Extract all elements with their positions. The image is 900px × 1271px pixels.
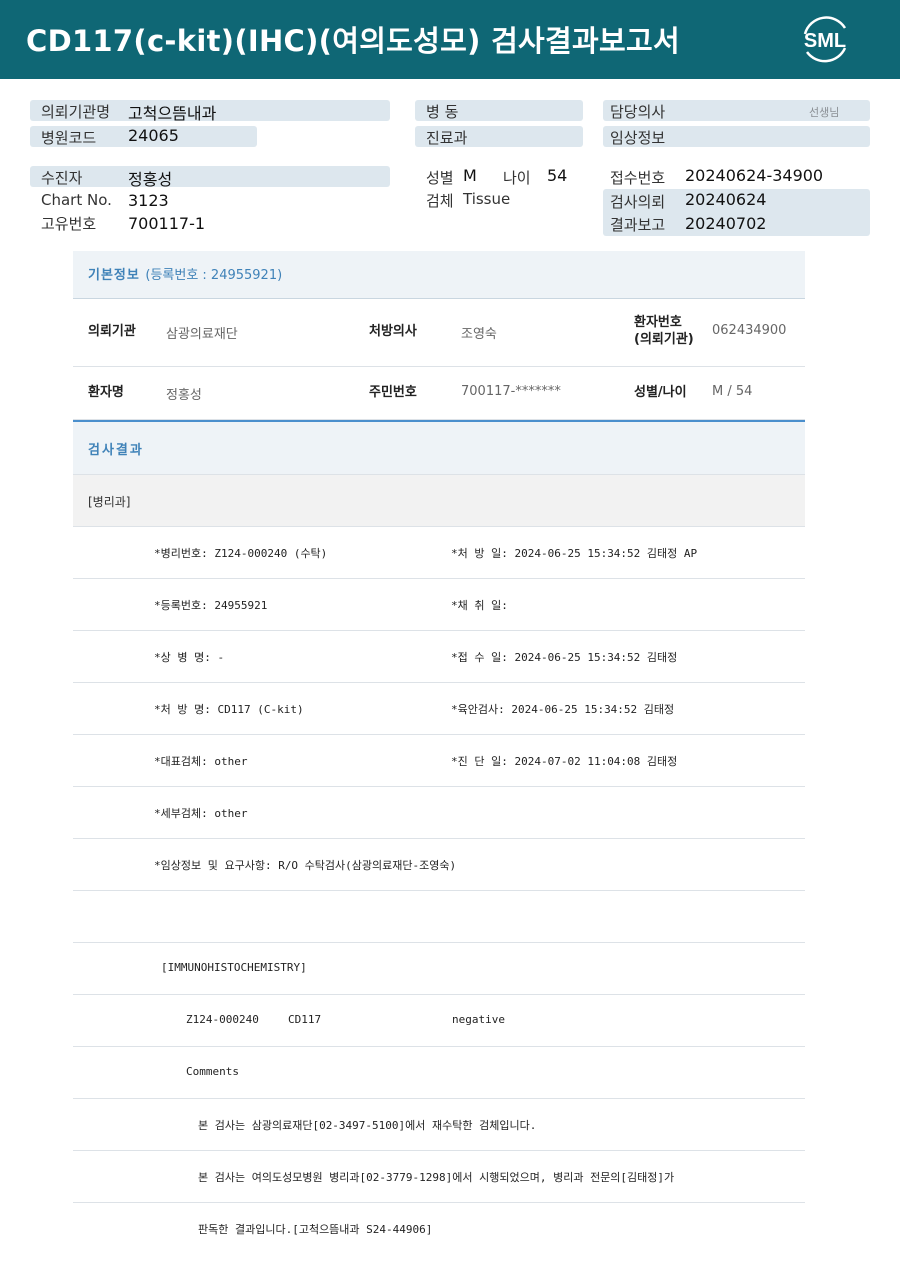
- sex-age-val: M / 54: [712, 384, 753, 399]
- result-left: *병리번호: Z124-000240 (수탁): [154, 547, 328, 560]
- result-right: *처 방 일: 2024-06-25 15:34:52 김태정 AP: [451, 547, 698, 560]
- info-row-2: 환자명 정홍성 주민번호 700117-******* 성별/나이 M / 54: [73, 367, 805, 420]
- patient-no-key: 환자번호 (의뢰기관): [634, 314, 694, 348]
- result-left: *임상정보 및 요구사항: R/O 수탁검사(삼광의료재단-조영숙): [154, 859, 457, 872]
- result-line: *세부검체: other: [73, 787, 805, 839]
- result-right: *채 취 일:: [451, 599, 508, 612]
- dept-label: 진료과: [426, 129, 468, 147]
- unique-label: 고유번호: [41, 215, 97, 233]
- prescriber-val: 조영숙: [461, 327, 497, 342]
- result-line: *등록번호: 24955921 *채 취 일:: [73, 579, 805, 631]
- comment-line: 본 검사는 삼광의료재단[02-3497-5100]에서 재수탁한 검체입니다.: [73, 1099, 805, 1151]
- report-value: 20240702: [685, 214, 767, 233]
- result-right: *진 단 일: 2024-07-02 11:04:08 김태정: [451, 755, 678, 768]
- ihc-result-line: Z124-000240 CD117 negative: [73, 995, 805, 1047]
- clinical-label: 임상정보: [610, 129, 666, 147]
- sex-label: 성별: [426, 169, 454, 187]
- result-header: 검사결과: [73, 420, 805, 475]
- result-line: *병리번호: Z124-000240 (수탁) *처 방 일: 2024-06-2…: [73, 527, 805, 579]
- registration-subtitle: (등록번호 : 24955921): [145, 268, 283, 283]
- result-line: *임상정보 및 요구사항: R/O 수탁검사(삼광의료재단-조영숙): [73, 839, 805, 891]
- patient-no-val: 062434900: [712, 323, 787, 338]
- comment-text: 본 검사는 여의도성모병원 병리과[02-3779-1298]에서 시행되었으며…: [198, 1171, 675, 1184]
- ihc-header-line: [IMMUNOHISTOCHEMISTRY]: [73, 943, 805, 995]
- result-line: *대표검체: other *진 단 일: 2024-07-02 11:04:08 …: [73, 735, 805, 787]
- report-title: CD117(c-kit)(IHC)(여의도성모) 검사결과보고서: [26, 24, 680, 58]
- report-header: CD117(c-kit)(IHC)(여의도성모) 검사결과보고서 SML: [0, 0, 900, 79]
- patient-bar: [30, 166, 390, 187]
- comment-text: 판독한 결과입니다.[고척으뜸내과 S24-44906]: [198, 1223, 433, 1236]
- patient-no-key-line2: (의뢰기관): [634, 332, 694, 347]
- report-label: 결과보고: [610, 216, 666, 234]
- patient-name-key: 환자명: [88, 385, 124, 400]
- specimen-value: Tissue: [463, 190, 511, 208]
- doctor-suffix: 선생님: [809, 106, 840, 119]
- ihc-marker: CD117: [288, 1013, 322, 1026]
- age-value: 54: [547, 166, 568, 185]
- info-row-1: 의뢰기관 삼광의료재단 처방의사 조영숙 환자번호 (의뢰기관) 0624349…: [73, 299, 805, 367]
- sml-logo: SML: [797, 12, 853, 68]
- sex-value: M: [463, 166, 477, 185]
- result-left: *세부검체: other: [154, 807, 248, 820]
- result-left: *처 방 명: CD117 (C-kit): [154, 703, 304, 716]
- resident-no-val: 700117-*******: [461, 384, 561, 399]
- comment-line: 판독한 결과입니다.[고척으뜸내과 S24-44906]: [73, 1203, 805, 1254]
- ihc-header: [IMMUNOHISTOCHEMISTRY]: [161, 961, 307, 974]
- dept-row: [병리과]: [73, 475, 805, 527]
- request-label: 검사의뢰: [610, 193, 666, 211]
- chart-label: Chart No.: [41, 191, 112, 209]
- resident-no-key: 주민번호: [369, 385, 417, 400]
- result-left: *대표검체: other: [154, 755, 248, 768]
- ward-label: 병 동: [426, 103, 459, 121]
- patient-value: 정홍성: [128, 170, 173, 189]
- report-sheet: 기본정보 (등록번호 : 24955921) 의뢰기관 삼광의료재단 처방의사 …: [73, 251, 805, 1254]
- reception-value: 20240624-34900: [685, 166, 824, 185]
- institution-key: 의뢰기관: [88, 324, 136, 339]
- doctor-label: 담당의사: [610, 103, 666, 121]
- basic-info-header: 기본정보 (등록번호 : 24955921): [73, 251, 805, 299]
- unique-value: 700117-1: [128, 214, 206, 233]
- specimen-label: 검체: [426, 192, 454, 210]
- blank-line: [73, 891, 805, 943]
- comments-label-line: Comments: [73, 1047, 805, 1099]
- institution-value: 고척으뜸내과: [128, 104, 217, 123]
- request-value: 20240624: [685, 190, 767, 209]
- hospital-code-label: 병원코드: [41, 129, 97, 147]
- patient-name-val: 정홍성: [166, 388, 202, 403]
- reception-label: 접수번호: [610, 169, 666, 187]
- institution-val: 삼광의료재단: [166, 327, 238, 342]
- comment-line: 본 검사는 여의도성모병원 병리과[02-3779-1298]에서 시행되었으며…: [73, 1151, 805, 1203]
- result-right: *접 수 일: 2024-06-25 15:34:52 김태정: [451, 651, 678, 664]
- prescriber-key: 처방의사: [369, 324, 417, 339]
- result-line: *상 병 명: - *접 수 일: 2024-06-25 15:34:52 김태정: [73, 631, 805, 683]
- result-line: *처 방 명: CD117 (C-kit) *육안검사: 2024-06-25 1…: [73, 683, 805, 735]
- result-right: *육안검사: 2024-06-25 15:34:52 김태정: [451, 703, 675, 716]
- ihc-result: negative: [452, 1013, 505, 1026]
- dept-name: [병리과]: [88, 495, 131, 509]
- basic-info-title: 기본정보 (등록번호 : 24955921): [88, 268, 283, 283]
- ihc-id: Z124-000240: [186, 1013, 259, 1026]
- hospital-code-value: 24065: [128, 126, 179, 145]
- institution-label: 의뢰기관명: [41, 103, 111, 121]
- result-left: *상 병 명: -: [154, 651, 225, 664]
- logo-text: SML: [804, 30, 846, 52]
- result-left: *등록번호: 24955921: [154, 599, 268, 612]
- patient-label: 수진자: [41, 169, 83, 187]
- sex-age-key: 성별/나이: [634, 385, 687, 400]
- patient-no-key-line1: 환자번호: [634, 315, 682, 330]
- result-title: 검사결과: [88, 443, 144, 458]
- chart-value: 3123: [128, 191, 169, 210]
- comments-label: Comments: [186, 1065, 239, 1078]
- age-label: 나이: [503, 169, 531, 187]
- comment-text: 본 검사는 삼광의료재단[02-3497-5100]에서 재수탁한 검체입니다.: [198, 1119, 537, 1132]
